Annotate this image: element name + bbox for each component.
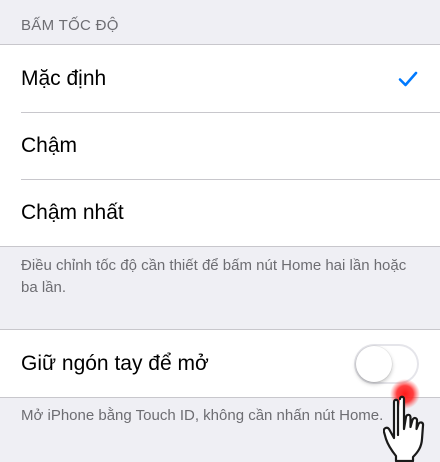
option-label-slowest: Chậm nhất	[21, 200, 124, 224]
rest-finger-row: Giữ ngón tay để mở	[0, 330, 440, 397]
speed-footnote: Điều chỉnh tốc độ cần thiết để bấm nút H…	[21, 257, 407, 296]
option-label-slow: Chậm	[21, 133, 78, 157]
option-row-default[interactable]: Mặc định	[0, 45, 440, 112]
option-row-slowest[interactable]: Chậm nhất	[0, 179, 440, 246]
section-header-speed: BẤM TỐC ĐỘ	[21, 17, 119, 34]
toggle-knob	[356, 345, 392, 382]
option-row-slow[interactable]: Chậm	[0, 112, 440, 179]
rest-finger-footnote: Mở iPhone bằng Touch ID, không cần nhấn …	[21, 407, 384, 424]
checkmark-icon	[398, 71, 418, 86]
option-label-default: Mặc định	[21, 66, 107, 90]
speed-options-group: Mặc định Chậm Chậm nhất	[0, 44, 440, 247]
rest-finger-toggle[interactable]	[354, 343, 419, 384]
rest-finger-label: Giữ ngón tay để mở	[21, 351, 209, 375]
rest-finger-group: Giữ ngón tay để mở	[0, 329, 440, 398]
